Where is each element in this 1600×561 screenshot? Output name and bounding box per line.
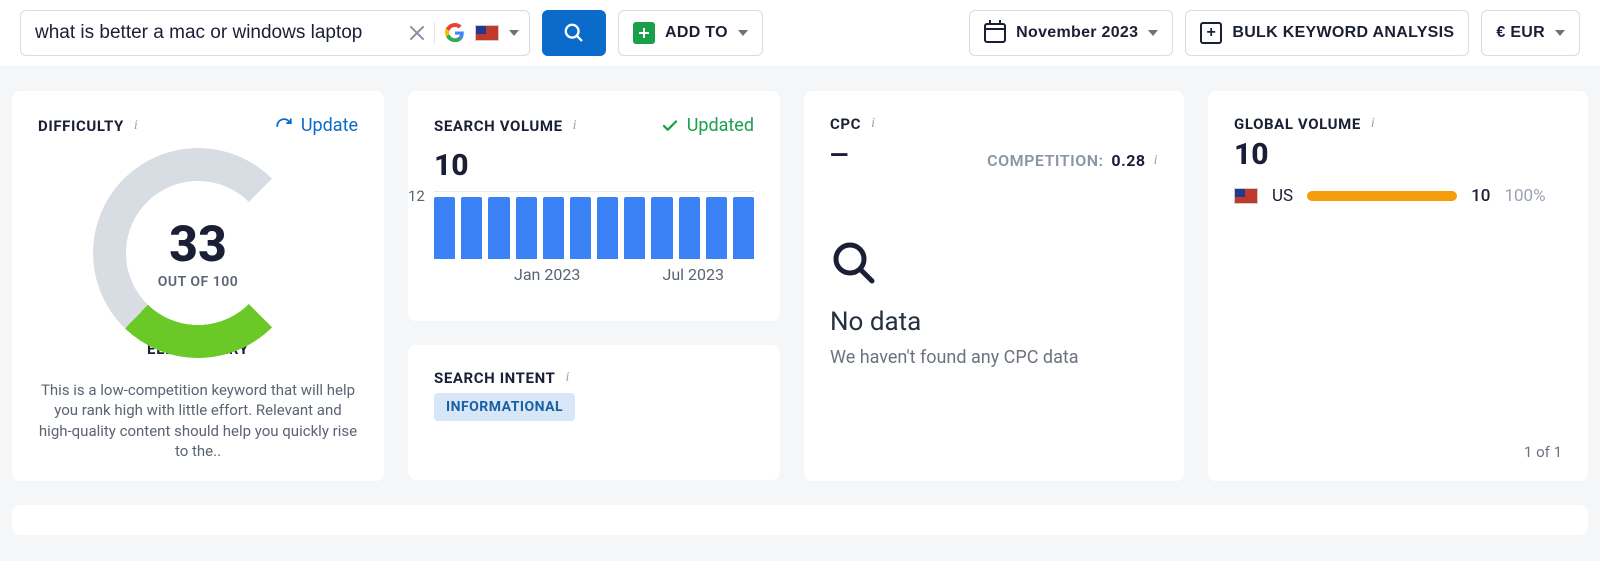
- bar: [488, 197, 509, 259]
- chevron-down-icon: [738, 30, 748, 36]
- date-label: November 2023: [1016, 24, 1138, 42]
- search-volume-value: 10: [434, 148, 754, 183]
- calendar-icon: [984, 23, 1006, 43]
- global-volume-title: GLOBAL VOLUME i: [1234, 115, 1562, 133]
- global-volume-value: 10: [1234, 137, 1562, 172]
- x-label-right: Jul 2023: [663, 265, 724, 284]
- search-volume-title: SEARCH VOLUME i: [434, 117, 577, 135]
- search-container: [20, 10, 530, 56]
- info-icon[interactable]: i: [573, 118, 578, 134]
- competition-value: 0.28: [1111, 151, 1145, 170]
- cpc-title: CPC i: [830, 115, 1158, 133]
- difficulty-outof: OUT OF 100: [158, 274, 238, 290]
- country-bar: [1307, 191, 1457, 201]
- update-link[interactable]: Update: [275, 115, 358, 136]
- country-row: US 10 100%: [1234, 186, 1562, 206]
- difficulty-title: DIFFICULTY i: [38, 117, 138, 135]
- bar: [679, 197, 700, 259]
- add-to-button[interactable]: ADD TO: [618, 10, 763, 56]
- metrics-row: DIFFICULTY i Update 33 OUT OF 100: [0, 67, 1600, 481]
- difficulty-card: DIFFICULTY i Update 33 OUT OF 100: [12, 91, 384, 481]
- pager: 1 of 1: [1524, 443, 1562, 461]
- bar: [733, 197, 754, 259]
- search-button[interactable]: [542, 10, 606, 56]
- search-icon: [830, 239, 1158, 291]
- country-pct: 100%: [1504, 186, 1545, 206]
- add-to-label: ADD TO: [665, 24, 728, 42]
- chevron-down-icon: [1555, 30, 1565, 36]
- bar: [516, 197, 537, 259]
- search-input[interactable]: [35, 22, 400, 44]
- info-icon[interactable]: i: [871, 116, 876, 132]
- chevron-down-icon: [1148, 30, 1158, 36]
- y-tick: 12: [408, 187, 425, 205]
- bar: [651, 197, 672, 259]
- country-value: 10: [1471, 186, 1490, 206]
- date-select[interactable]: November 2023: [969, 10, 1173, 56]
- nodata-title: No data: [830, 307, 1158, 337]
- search-volume-card: SEARCH VOLUME i Updated 10 12: [408, 91, 780, 321]
- chevron-down-icon[interactable]: [509, 30, 519, 36]
- nodata-sub: We haven't found any CPC data: [830, 347, 1158, 368]
- bottom-panel: [12, 505, 1588, 535]
- difficulty-desc: This is a low-competition keyword that w…: [38, 380, 358, 461]
- plus-square-icon: [1200, 22, 1222, 44]
- flag-us-icon: [1234, 188, 1258, 204]
- topbar: ADD TO November 2023 BULK KEYWORD ANALYS…: [0, 0, 1600, 67]
- global-volume-card: GLOBAL VOLUME i 10 US 10 100% 1 of 1: [1208, 91, 1588, 481]
- bar: [597, 197, 618, 259]
- info-icon[interactable]: i: [1154, 153, 1158, 169]
- x-label-left: Jan 2023: [514, 265, 580, 284]
- google-icon[interactable]: [445, 23, 465, 43]
- intent-pill: INFORMATIONAL: [434, 393, 575, 421]
- add-icon: [633, 22, 655, 44]
- clear-icon[interactable]: [410, 26, 424, 40]
- info-icon[interactable]: i: [1371, 116, 1376, 132]
- search-intent-title: SEARCH INTENT i: [434, 369, 754, 387]
- bar: [434, 197, 455, 259]
- volume-chart: 12: [434, 191, 754, 259]
- bar: [624, 197, 645, 259]
- bulk-analysis-button[interactable]: BULK KEYWORD ANALYSIS: [1185, 10, 1469, 56]
- divider: [434, 22, 435, 44]
- bulk-label: BULK KEYWORD ANALYSIS: [1232, 24, 1454, 42]
- search-intent-card: SEARCH INTENT i INFORMATIONAL: [408, 345, 780, 480]
- info-icon[interactable]: i: [565, 370, 570, 386]
- info-icon[interactable]: i: [134, 118, 139, 134]
- currency-select[interactable]: € EUR: [1481, 10, 1580, 56]
- currency-label: € EUR: [1496, 24, 1545, 42]
- difficulty-score: 33: [169, 216, 227, 274]
- updated-status: Updated: [661, 115, 754, 136]
- difficulty-gauge: 33 OUT OF 100: [93, 148, 303, 358]
- bar: [461, 197, 482, 259]
- cpc-card: CPC i — COMPETITION: 0.28 i No data We h…: [804, 91, 1184, 481]
- competition-row: COMPETITION: 0.28 i: [987, 151, 1158, 170]
- flag-us-icon[interactable]: [475, 25, 499, 41]
- bar: [706, 197, 727, 259]
- bar: [570, 197, 591, 259]
- country-code: US: [1272, 186, 1293, 206]
- bar: [543, 197, 564, 259]
